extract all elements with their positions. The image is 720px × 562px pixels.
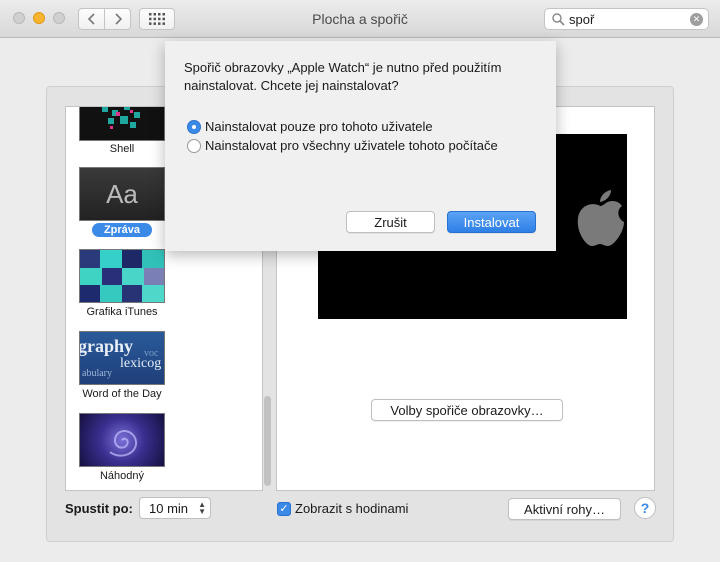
start-after-value: 10 min	[149, 501, 189, 516]
saver-label-word-of-the-day[interactable]: Word of the Day	[66, 388, 178, 400]
radio-install-current-user[interactable]	[187, 120, 201, 134]
radio-label-all-users[interactable]: Nainstalovat pro všechny uživatele tohot…	[205, 138, 498, 153]
search-icon	[552, 13, 565, 26]
saver-label-random[interactable]: Náhodný	[66, 470, 178, 482]
install-dialog: Spořič obrazovky „Apple Watch“ je nutno …	[165, 41, 556, 251]
radio-install-all-users[interactable]	[187, 139, 201, 153]
title-bar: Plocha a spořič spoř ✕	[0, 0, 720, 38]
saver-label-shell[interactable]: Shell	[66, 143, 178, 155]
search-field[interactable]: spoř ✕	[544, 8, 709, 30]
thumb-message-text: Aa	[106, 178, 138, 209]
search-input[interactable]: spoř	[569, 12, 594, 27]
show-clock-checkbox[interactable]: ✓	[277, 502, 291, 516]
thumb-word-3: voc	[144, 348, 159, 359]
hot-corners-button[interactable]: Aktivní rohy…	[508, 498, 621, 520]
dialog-message: Spořič obrazovky „Apple Watch“ je nutno …	[184, 60, 502, 93]
help-button[interactable]: ?	[634, 497, 656, 519]
saver-label-itunes-artwork[interactable]: Grafika iTunes	[66, 306, 178, 318]
spiral-icon	[109, 430, 137, 457]
start-after-select[interactable]: 10 min ▲ ▼	[139, 497, 211, 519]
shell-art-icon	[102, 107, 140, 129]
radio-label-current-user[interactable]: Nainstalovat pouze pro tohoto uživatele	[205, 119, 433, 134]
thumb-itunes-artwork[interactable]	[79, 249, 165, 303]
thumb-word-of-the-day[interactable]: graphy lexicog voc abulary	[79, 331, 165, 385]
show-clock-label[interactable]: Zobrazit s hodinami	[295, 501, 408, 516]
cancel-button[interactable]: Zrušit	[346, 211, 435, 233]
saver-label-message[interactable]: Zpráva	[66, 223, 178, 237]
saver-label-message-text: Zpráva	[91, 223, 153, 237]
thumb-random[interactable]	[79, 413, 165, 467]
start-after-label: Spustit po:	[65, 501, 133, 516]
install-button[interactable]: Instalovat	[447, 211, 536, 233]
apple-logo-icon	[577, 190, 624, 246]
thumb-word-4: abulary	[82, 368, 112, 379]
thumb-message[interactable]: Aa	[79, 167, 165, 221]
stepper-arrows-icon: ▲ ▼	[198, 500, 206, 516]
thumb-shell[interactable]	[79, 107, 165, 141]
screensaver-options-button[interactable]: Volby spořiče obrazovky…	[371, 399, 563, 421]
thumb-word-1: graphy	[79, 336, 134, 356]
list-scrollbar[interactable]	[264, 396, 271, 486]
clear-search-icon[interactable]: ✕	[690, 13, 703, 26]
album-mosaic-icon	[80, 250, 164, 302]
